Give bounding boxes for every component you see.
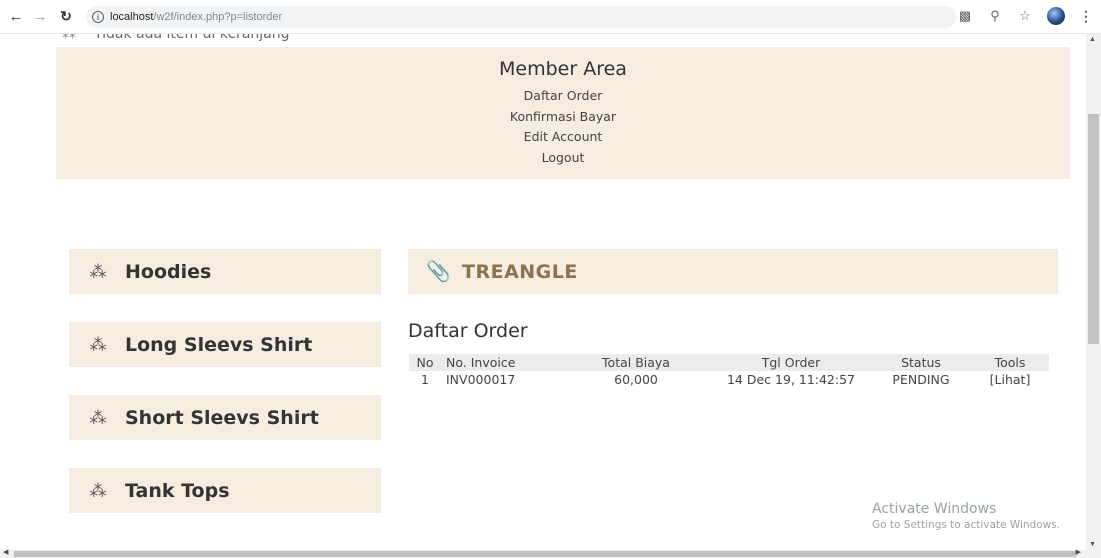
profile-avatar[interactable]: [1047, 7, 1065, 25]
page-title: Daftar Order: [408, 320, 528, 342]
cell-no: 1: [421, 371, 429, 387]
menu-kebab-icon[interactable]: ⋮: [1079, 8, 1093, 25]
vertical-scrollbar[interactable]: ▲ ▼: [1086, 34, 1101, 550]
column-header-no: No: [409, 354, 441, 371]
spinner-icon: ⁂: [89, 334, 107, 354]
spinner-icon: ⁂: [89, 261, 107, 281]
url-host: localhost: [110, 11, 154, 23]
paperclip-icon: 📎: [426, 261, 451, 283]
sidebar-item-long-sleevs-shirt[interactable]: ⁂ Long Sleevs Shirt: [69, 322, 381, 367]
forward-arrow-icon[interactable]: →: [30, 7, 50, 27]
scroll-left-arrow-icon[interactable]: ◀: [3, 548, 8, 556]
scroll-up-arrow-icon[interactable]: ▲: [1089, 36, 1096, 43]
watermark-subtitle: Go to Settings to activate Windows.: [872, 519, 1061, 531]
sidebar-item-label: Long Sleevs Shirt: [125, 333, 313, 356]
sidebar-item-label: Short Sleevs Shirt: [125, 406, 319, 429]
column-header-date: Tgl Order: [711, 354, 871, 371]
watermark-title: Activate Windows: [872, 501, 997, 517]
spinner-icon: ⁂: [89, 480, 107, 500]
vertical-scroll-thumb[interactable]: [1088, 114, 1099, 344]
column-header-status: Status: [871, 354, 971, 371]
spinner-icon: ⁂: [89, 407, 107, 427]
sidebar-item-label: Hoodies: [125, 260, 212, 283]
windows-activation-watermark: Activate Windows Go to Settings to activ…: [872, 501, 1060, 531]
address-bar[interactable]: i localhost/w2f/index.php?p=listorder: [86, 6, 956, 28]
scroll-right-arrow-icon[interactable]: ▶: [1076, 548, 1081, 556]
sidebar-item-label: Tank Tops: [125, 479, 230, 502]
info-icon[interactable]: i: [92, 11, 104, 23]
cart-status: ⁂ Tidak ada item di keranjang: [62, 34, 290, 42]
back-arrow-icon[interactable]: ←: [6, 7, 26, 27]
orders-table: No No. Invoice Total Biaya Tgl Order Sta…: [409, 354, 1049, 387]
sidebar-item-tank-tops[interactable]: ⁂ Tank Tops: [69, 468, 381, 513]
column-header-tools: Tools: [971, 354, 1049, 371]
bookmark-star-icon[interactable]: ☆: [1017, 8, 1033, 24]
browser-toolbar: ← → ↻ i localhost/w2f/index.php?p=listor…: [0, 0, 1101, 34]
cart-message: Tidak ada item di keranjang: [94, 34, 290, 42]
column-header-total: Total Biaya: [561, 354, 711, 371]
cell-total: 60,000: [614, 371, 658, 387]
link-daftar-order[interactable]: Daftar Order: [56, 86, 1070, 107]
horizontal-scroll-thumb[interactable]: [14, 551, 1076, 557]
column-header-invoice: No. Invoice: [441, 354, 561, 371]
member-area-panel: Member Area Daftar Order Konfirmasi Baya…: [56, 47, 1070, 179]
zoom-icon[interactable]: ⚲: [987, 8, 1003, 24]
translate-icon[interactable]: ▩: [957, 8, 973, 24]
member-area-title: Member Area: [499, 58, 627, 80]
sidebar-item-hoodies[interactable]: ⁂ Hoodies: [69, 249, 381, 294]
cell-invoice: INV000017: [446, 371, 516, 387]
horizontal-scrollbar[interactable]: ◀ ▶: [0, 548, 1101, 558]
link-logout[interactable]: Logout: [56, 148, 1070, 169]
table-header-row: No No. Invoice Total Biaya Tgl Order Sta…: [409, 354, 1049, 371]
spinner-icon: ⁂: [62, 34, 76, 42]
scroll-down-arrow-icon[interactable]: ▼: [1089, 541, 1096, 548]
view-order-link[interactable]: [Lihat]: [971, 371, 1049, 387]
table-row: 1 INV000017 60,000 14 Dec 19, 11:42:57 P…: [409, 371, 1049, 387]
status-badge: PENDING: [892, 371, 950, 387]
cell-date: 14 Dec 19, 11:42:57: [726, 371, 856, 387]
link-konfirmasi-bayar[interactable]: Konfirmasi Bayar: [56, 107, 1070, 128]
brand-header: 📎 TREANGLE: [408, 249, 1058, 294]
page-content: ⁂ Tidak ada item di keranjang Member Area…: [0, 34, 1086, 550]
link-edit-account[interactable]: Edit Account: [56, 127, 1070, 148]
sidebar-item-short-sleevs-shirt[interactable]: ⁂ Short Sleevs Shirt: [69, 395, 381, 440]
brand-name: TREANGLE: [462, 260, 578, 283]
member-area-links: Daftar Order Konfirmasi Bayar Edit Accou…: [56, 86, 1070, 168]
reload-icon[interactable]: ↻: [56, 7, 76, 27]
url-path: /w2f/index.php?p=listorder: [153, 11, 283, 23]
